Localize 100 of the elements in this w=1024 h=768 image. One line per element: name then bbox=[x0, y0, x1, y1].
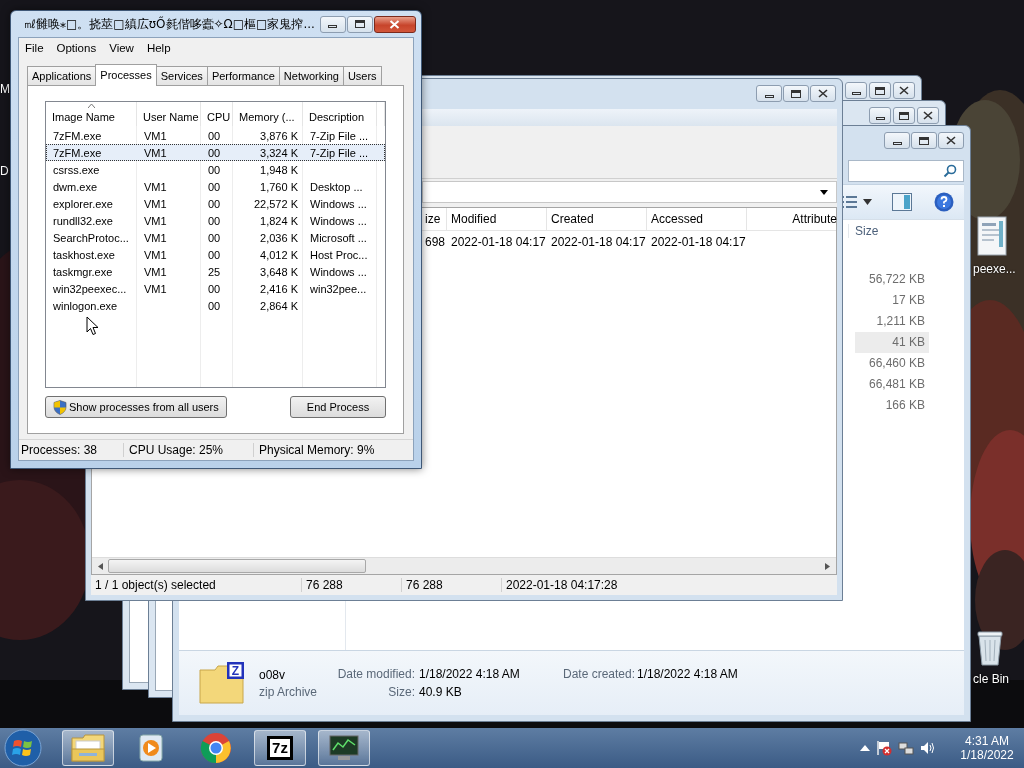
close-button[interactable] bbox=[938, 132, 964, 149]
file-size[interactable]: 56,722 KB bbox=[855, 269, 929, 290]
process-row[interactable]: taskhost.exe VM1 00 4,012 K Host Proc... bbox=[46, 246, 385, 263]
close-button[interactable] bbox=[810, 85, 836, 102]
dropdown-arrow-icon[interactable] bbox=[820, 189, 828, 195]
taskbar-button[interactable] bbox=[318, 730, 370, 766]
process-row[interactable]: win32peexec... VM1 00 2,416 K win32pee... bbox=[46, 280, 385, 297]
detail-label: Date created: bbox=[563, 667, 633, 681]
table-cell: 4,012 K bbox=[260, 248, 298, 261]
process-row[interactable]: SearchProtoc... VM1 00 2,036 K Microsoft ... bbox=[46, 229, 385, 246]
process-row[interactable]: 7zFM.exe VM1 00 3,324 K 7-Zip File ... bbox=[46, 144, 385, 161]
minimize-button[interactable] bbox=[884, 132, 910, 149]
table-cell: 7-Zip File ... bbox=[310, 146, 369, 159]
column-header[interactable]: Image Name bbox=[46, 102, 137, 126]
minimize-button[interactable] bbox=[869, 107, 891, 124]
process-row[interactable]: csrss.exe 00 1,948 K bbox=[46, 161, 385, 178]
process-row[interactable]: taskmgr.exe VM1 25 3,648 K Windows ... bbox=[46, 263, 385, 280]
flag-icon[interactable] bbox=[876, 740, 892, 756]
tab[interactable]: Networking bbox=[278, 66, 344, 85]
taskbar-button[interactable]: 7z bbox=[254, 730, 306, 766]
maximize-button[interactable] bbox=[893, 107, 915, 124]
table-cell: 2,416 K bbox=[260, 282, 298, 295]
close-button[interactable] bbox=[917, 107, 939, 124]
scroll-right-icon[interactable] bbox=[824, 562, 830, 570]
table-cell: 2,864 K bbox=[260, 299, 298, 312]
column-header[interactable]: Attribute bbox=[747, 208, 839, 230]
process-row[interactable]: dwm.exe VM1 00 1,760 K Desktop ... bbox=[46, 178, 385, 195]
scroll-left-icon[interactable] bbox=[98, 562, 104, 570]
table-cell: explorer.exe bbox=[53, 197, 113, 210]
address-field[interactable] bbox=[422, 181, 837, 203]
column-header[interactable]: User Name bbox=[137, 102, 201, 126]
start-button[interactable] bbox=[4, 729, 42, 767]
table-cell: VM1 bbox=[144, 282, 167, 295]
close-icon bbox=[389, 19, 401, 29]
help-icon[interactable] bbox=[934, 192, 954, 212]
clock-date: 1/18/2022 bbox=[960, 748, 1014, 762]
detail-label: Date modified: bbox=[336, 667, 415, 681]
maximize-button[interactable] bbox=[346, 15, 373, 33]
menu-item[interactable]: Options bbox=[56, 41, 97, 54]
column-header[interactable]: Memory (... bbox=[233, 102, 303, 126]
file-size[interactable]: 66,460 KB bbox=[855, 353, 929, 374]
tab[interactable]: Applications bbox=[27, 66, 97, 85]
column-header[interactable]: Accessed bbox=[647, 208, 747, 230]
column-header[interactable]: CPU bbox=[201, 102, 233, 126]
tab[interactable]: Processes bbox=[95, 64, 157, 86]
document-icon[interactable] bbox=[977, 216, 1007, 256]
minimize-button[interactable] bbox=[319, 15, 346, 33]
recycle-bin-icon[interactable] bbox=[977, 630, 1003, 666]
file-size[interactable]: 1,211 KB bbox=[855, 311, 929, 332]
column-header[interactable]: Size bbox=[848, 224, 929, 238]
file-size[interactable]: 166 KB bbox=[855, 395, 929, 416]
network-icon[interactable] bbox=[898, 740, 914, 756]
column-header[interactable]: Created bbox=[547, 208, 647, 230]
table-cell: 00 bbox=[208, 214, 221, 227]
table-cell: VM1 bbox=[144, 231, 167, 244]
action-button[interactable]: End Process bbox=[290, 396, 386, 418]
tab[interactable]: Services bbox=[155, 66, 208, 85]
menu-item[interactable]: View bbox=[109, 41, 134, 54]
file-size[interactable]: 17 KB bbox=[855, 290, 929, 311]
taskbar-button[interactable] bbox=[62, 730, 114, 766]
column-header[interactable]: ize bbox=[425, 208, 447, 230]
table-cell: VM1 bbox=[144, 248, 167, 261]
process-row[interactable]: explorer.exe VM1 00 22,572 K Windows ... bbox=[46, 195, 385, 212]
table-cell: 3,324 K bbox=[260, 146, 298, 159]
maximize-button[interactable] bbox=[911, 132, 937, 149]
tab[interactable]: Users bbox=[342, 66, 382, 85]
process-row[interactable]: rundll32.exe VM1 00 1,824 K Windows ... bbox=[46, 212, 385, 229]
menu-item[interactable]: File bbox=[25, 41, 44, 54]
tab[interactable]: Performance bbox=[206, 66, 280, 85]
table-cell: 7zFM.exe bbox=[53, 129, 102, 142]
detail-value: 1/18/2022 4:18 AM bbox=[419, 667, 521, 681]
horizontal-scrollbar[interactable] bbox=[92, 557, 836, 574]
minimize-button[interactable] bbox=[756, 85, 782, 102]
detail-value: 40.9 KB bbox=[419, 685, 463, 699]
table-cell: Desktop ... bbox=[310, 180, 363, 193]
file-size[interactable]: 41 KB bbox=[855, 332, 929, 353]
minimize-button[interactable] bbox=[845, 82, 867, 99]
column-header[interactable]: Description bbox=[303, 102, 377, 126]
menu-item[interactable]: Help bbox=[146, 41, 171, 54]
column-header[interactable]: Modified bbox=[447, 208, 547, 230]
table-cell: VM1 bbox=[144, 180, 167, 193]
show-hidden-icons-icon[interactable] bbox=[860, 745, 870, 751]
clock[interactable]: 4:31 AM 1/18/2022 bbox=[956, 734, 1018, 762]
close-button[interactable] bbox=[893, 82, 915, 99]
file-size[interactable]: 66,481 KB bbox=[855, 374, 929, 395]
scrollbar-thumb[interactable] bbox=[108, 559, 366, 573]
maximize-button[interactable] bbox=[869, 82, 891, 99]
table-cell-text: 2022-01-18 04:17 bbox=[550, 235, 647, 249]
process-row[interactable]: 7zFM.exe VM1 00 3,876 K 7-Zip File ... bbox=[46, 127, 385, 144]
preview-pane-icon[interactable] bbox=[892, 193, 912, 211]
close-button[interactable] bbox=[373, 15, 416, 33]
dropdown-arrow-icon[interactable] bbox=[863, 199, 872, 205]
speaker-icon[interactable] bbox=[920, 740, 936, 756]
search-field[interactable] bbox=[848, 160, 964, 182]
process-row[interactable]: winlogon.exe 00 2,864 K bbox=[46, 297, 385, 314]
table-cell: 00 bbox=[208, 282, 221, 295]
action-button[interactable]: Show processes from all users bbox=[45, 396, 227, 418]
file-name: o08v bbox=[259, 667, 287, 682]
table-cell: dwm.exe bbox=[53, 180, 98, 193]
maximize-button[interactable] bbox=[783, 85, 809, 102]
